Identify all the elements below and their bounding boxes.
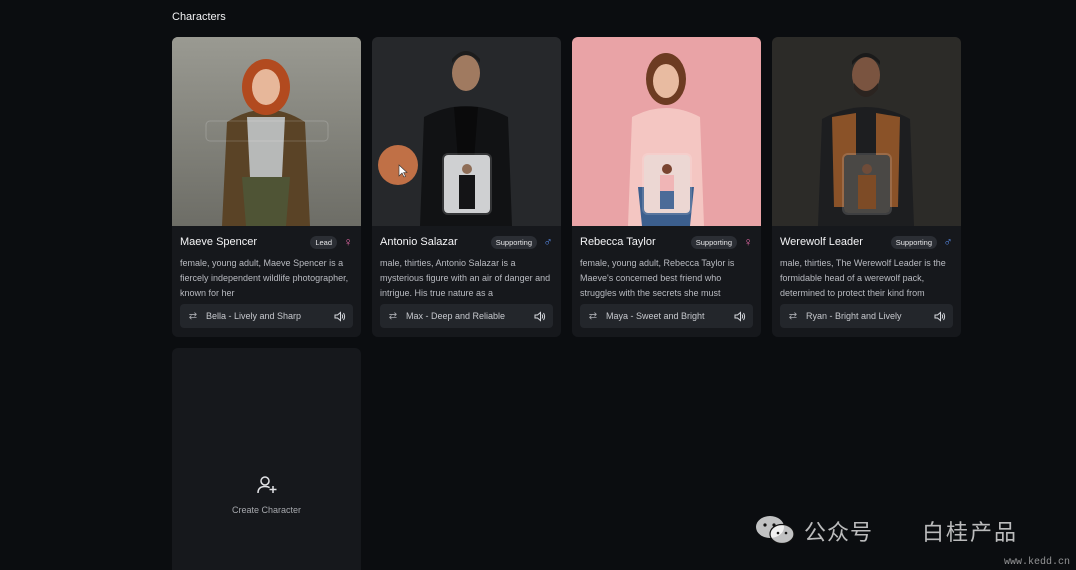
- watermark-url: www.kedd.cn: [1003, 557, 1070, 568]
- create-character-label: Create Character: [231, 505, 302, 515]
- reference-thumbnail: [444, 155, 490, 213]
- voice-selector[interactable]: ⇄ Ryan - Bright and Lively: [780, 304, 953, 328]
- voice-name: Max - Deep and Reliable: [406, 311, 506, 321]
- character-name: Werewolf Leader: [780, 236, 863, 248]
- character-photo: [372, 37, 561, 226]
- voice-name: Bella - Lively and Sharp: [206, 311, 302, 321]
- role-badge: Supporting: [490, 235, 537, 249]
- speaker-icon[interactable]: [727, 304, 753, 328]
- character-description: male, thirties, The Werewolf Leader is t…: [780, 258, 946, 298]
- character-description: female, young adult, Rebecca Taylor is M…: [580, 258, 735, 298]
- create-character-button[interactable]: Create Character: [172, 348, 361, 570]
- character-card[interactable]: Rebecca Taylor Supporting ♀ female, youn…: [572, 37, 761, 337]
- voice-selector[interactable]: ⇄ Maya - Sweet and Bright: [580, 304, 753, 328]
- voice-selector[interactable]: ⇄ Max - Deep and Reliable: [380, 304, 553, 328]
- male-icon: ♂: [543, 235, 553, 249]
- character-card[interactable]: Maeve Spencer Lead ♀ female, young adult…: [172, 37, 361, 337]
- watermark: 公众号 白桂产品 www.kedd.cn: [752, 508, 1076, 570]
- reference-thumbnail: [844, 155, 890, 213]
- voice-selector[interactable]: ⇄ Bella - Lively and Sharp: [180, 304, 353, 328]
- section-title: Characters: [172, 11, 226, 23]
- female-icon: ♀: [343, 235, 353, 249]
- character-card[interactable]: Antonio Salazar Supporting ♂ male, thirt…: [372, 37, 561, 337]
- role-badge: Supporting: [690, 235, 737, 249]
- watermark-brand: 白桂产品: [922, 520, 1019, 545]
- role-badge: Supporting: [890, 235, 937, 249]
- swap-icon[interactable]: ⇄: [580, 311, 606, 322]
- character-name: Antonio Salazar: [380, 236, 458, 248]
- speaker-icon[interactable]: [527, 304, 553, 328]
- swap-icon[interactable]: ⇄: [180, 311, 206, 322]
- speaker-icon[interactable]: [327, 304, 353, 328]
- watermark-text: 公众号: [804, 520, 874, 545]
- add-user-icon: [256, 476, 276, 494]
- male-icon: ♂: [943, 235, 953, 249]
- character-card[interactable]: Werewolf Leader Supporting ♂ male, thirt…: [772, 37, 961, 337]
- character-name: Maeve Spencer: [180, 236, 258, 248]
- reference-thumbnail: [644, 155, 690, 213]
- voice-name: Maya - Sweet and Bright: [606, 311, 705, 321]
- character-photo: [772, 37, 961, 226]
- speaker-icon[interactable]: [927, 304, 953, 328]
- wechat-icon: [756, 516, 795, 545]
- voice-name: Ryan - Bright and Lively: [806, 311, 902, 321]
- character-description: male, thirties, Antonio Salazar is a mys…: [380, 258, 551, 298]
- character-name: Rebecca Taylor: [580, 236, 656, 248]
- swap-icon[interactable]: ⇄: [380, 311, 406, 322]
- female-icon: ♀: [743, 235, 753, 249]
- cursor-icon: [398, 164, 408, 178]
- character-description: female, young adult, Maeve Spencer is a …: [180, 258, 349, 298]
- character-photo: [172, 37, 361, 226]
- swap-icon[interactable]: ⇄: [780, 311, 806, 322]
- character-photo: [572, 37, 761, 226]
- characters-page: Characters Maeve Spencer Lead ♀ female, …: [0, 0, 1076, 570]
- role-badge: Lead: [310, 235, 337, 249]
